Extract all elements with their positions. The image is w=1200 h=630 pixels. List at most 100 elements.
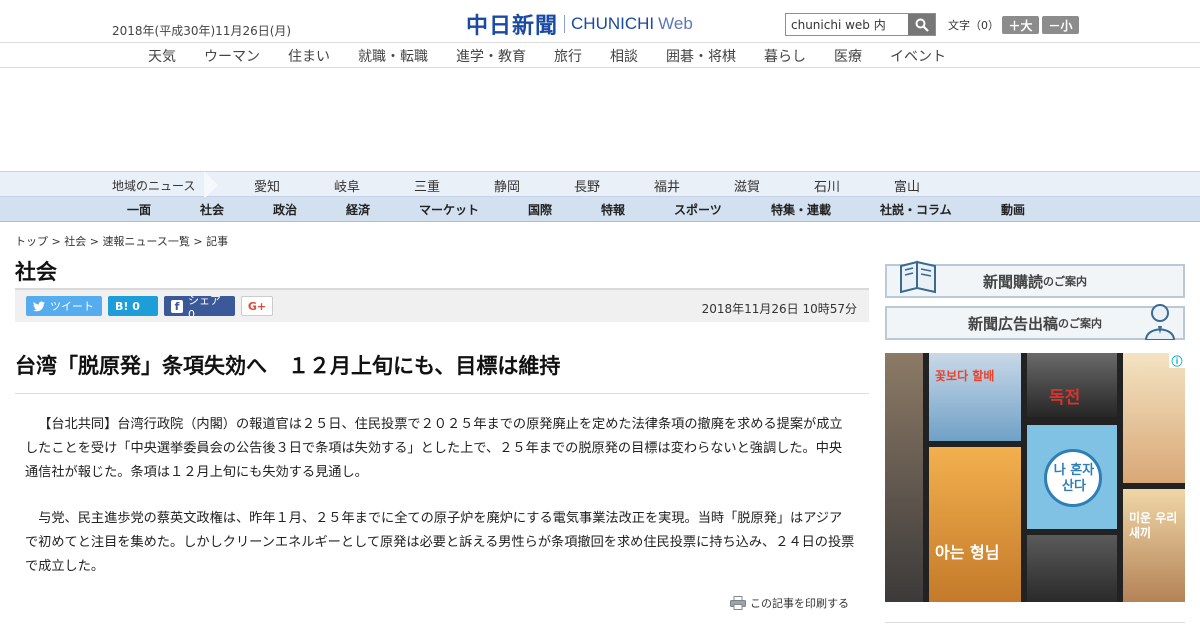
- ad-show-title: 독전: [1049, 388, 1081, 408]
- ad-tile: 미운 우리 새끼: [1123, 489, 1185, 602]
- logo-japanese: 中日新聞: [466, 14, 559, 39]
- section-nav-item-7[interactable]: スポーツ: [674, 201, 722, 218]
- category-nav-item-0[interactable]: 天気: [148, 46, 176, 66]
- article-paragraph: 与党、民主進歩党の蔡英文政権は、昨年１月、２５年までに全ての原子炉を廃炉にする電…: [25, 511, 855, 574]
- region-nav-item-8[interactable]: 富山: [894, 176, 974, 195]
- ad-show-title: 아는 형님: [935, 543, 1000, 562]
- region-nav-item-6[interactable]: 滋賀: [734, 176, 814, 195]
- region-arrow-icon: [204, 171, 218, 199]
- printer-icon: [730, 596, 746, 610]
- region-nav-item-2[interactable]: 三重: [414, 176, 494, 195]
- subscribe-title: 新聞購読: [982, 272, 1043, 291]
- header-date: 2018年(平成30年)11月26日(月): [112, 24, 292, 38]
- section-nav-item-1[interactable]: 社会: [200, 201, 224, 218]
- ad-tile: [885, 353, 923, 602]
- category-nav-item-2[interactable]: 住まい: [288, 46, 330, 66]
- section-nav-item-5[interactable]: 国際: [528, 201, 552, 218]
- section-nav-item-4[interactable]: マーケット: [419, 201, 479, 218]
- twitter-icon: [33, 301, 45, 311]
- breadcrumb-news-list[interactable]: 速報ニュース一覧: [102, 235, 189, 248]
- region-nav-item-7[interactable]: 石川: [814, 176, 894, 195]
- advertise-banner[interactable]: 新聞広告出稿 のご案内: [885, 304, 1185, 340]
- ad-show-title: 나 혼자 산다: [1053, 463, 1095, 494]
- published-timestamp: 2018年11月26日 10時57分: [701, 302, 857, 316]
- section-nav-item-8[interactable]: 特集・連載: [771, 201, 831, 218]
- print-label: この記事を印刷する: [750, 597, 849, 610]
- ad-show-title: 꽃보다 할배: [935, 369, 995, 383]
- section-nav-list: 一面 社会 政治 経済 マーケット 国際 特報 スポーツ 特集・連載 社説・コラム 動画: [0, 201, 1200, 219]
- category-nav-item-6[interactable]: 相談: [610, 46, 638, 66]
- breadcrumb-separator: >: [86, 235, 103, 248]
- section-nav-item-10[interactable]: 動画: [1001, 201, 1025, 218]
- category-nav-item-3[interactable]: 就職・転職: [358, 46, 428, 66]
- breadcrumb: トップ > 社会 > 速報ニュース一覧 > 記事: [15, 233, 228, 249]
- region-nav: 地域のニュース 愛知 岐阜 三重 静岡 長野 福井 滋賀 石川 富山: [0, 171, 1200, 199]
- category-nav-item-1[interactable]: ウーマン: [204, 46, 260, 66]
- region-nav-item-1[interactable]: 岐阜: [334, 176, 414, 195]
- person-icon: [1144, 304, 1176, 340]
- category-nav-list: 天気 ウーマン 住まい 就職・転職 進学・教育 旅行 相談 囲碁・将棋 暮らし 医療 イベント: [148, 46, 974, 66]
- breadcrumb-separator: >: [189, 235, 207, 248]
- site-search: [785, 13, 936, 36]
- category-nav-item-7[interactable]: 囲碁・将棋: [666, 46, 736, 66]
- breadcrumb-society[interactable]: 社会: [64, 235, 86, 248]
- search-input[interactable]: [786, 14, 908, 35]
- ad-tile: 꽃보다 할배: [929, 353, 1021, 441]
- subscribe-banner[interactable]: 新聞購読 のご案内: [885, 260, 1185, 298]
- breadcrumb-separator: >: [48, 235, 65, 248]
- category-nav-item-10[interactable]: イベント: [890, 46, 946, 66]
- font-larger-button[interactable]: ＋大: [1002, 16, 1039, 34]
- section-nav-item-0[interactable]: 一面: [127, 201, 151, 218]
- breadcrumb-current: 記事: [206, 235, 229, 248]
- region-nav-item-3[interactable]: 静岡: [494, 176, 574, 195]
- region-nav-item-0[interactable]: 愛知: [254, 176, 334, 195]
- logo-english: CHUNICHI Web: [571, 14, 693, 34]
- logo-divider: [564, 15, 566, 33]
- ad-tile: 독전: [1027, 353, 1117, 417]
- display-ad[interactable]: 꽃보다 할배 독전 나 혼자 산다 아는 형님 미운 우리 새끼 ⓘ: [885, 353, 1185, 602]
- category-nav-item-9[interactable]: 医療: [834, 46, 862, 66]
- article-headline: 台湾「脱原発」条項失効へ １２月上旬にも、目標は維持: [15, 350, 869, 394]
- region-nav-item-4[interactable]: 長野: [574, 176, 654, 195]
- region-nav-item-5[interactable]: 福井: [654, 176, 734, 195]
- site-logo[interactable]: 中日新聞 CHUNICHI Web: [466, 8, 693, 40]
- ad-tile: [1027, 535, 1117, 602]
- hatena-bookmark-button[interactable]: B! 0: [108, 296, 158, 316]
- facebook-share-button[interactable]: f シェア 0: [164, 294, 235, 321]
- region-nav-list: 愛知 岐阜 三重 静岡 長野 福井 滋賀 石川 富山: [254, 176, 974, 195]
- ad-tile: 아는 형님: [929, 447, 1021, 602]
- section-nav-item-9[interactable]: 社説・コラム: [880, 201, 952, 218]
- article-paragraph: 【台北共同】台湾行政院（内閣）の報道官は２５日、住民投票で２０２５年までの原発廃…: [25, 417, 843, 480]
- category-nav: 天気 ウーマン 住まい 就職・転職 進学・教育 旅行 相談 囲碁・将棋 暮らし 医療 イベント: [0, 42, 1200, 68]
- site-header: 2018年(平成30年)11月26日(月) 中日新聞 CHUNICHIWeb 文…: [0, 0, 1200, 42]
- google-plus-button[interactable]: G+: [241, 296, 273, 316]
- breadcrumb-top[interactable]: トップ: [15, 235, 48, 248]
- tweet-label: ツイート: [50, 300, 94, 313]
- ad-tile: 나 혼자 산다: [1027, 425, 1117, 529]
- subscribe-subtitle: のご案内: [1043, 275, 1087, 288]
- section-nav: 一面 社会 政治 経済 マーケット 国際 特報 スポーツ 特集・連載 社説・コラム 動画: [0, 197, 1200, 222]
- section-nav-item-3[interactable]: 経済: [346, 201, 370, 218]
- ad-show-title: 미운 우리 새끼: [1129, 511, 1178, 540]
- ad-tile: [1123, 353, 1185, 483]
- category-nav-item-8[interactable]: 暮らし: [764, 46, 806, 66]
- category-nav-item-5[interactable]: 旅行: [554, 46, 582, 66]
- search-button[interactable]: [908, 14, 935, 35]
- logo-web-text: Web: [658, 14, 693, 33]
- ad-info-icon[interactable]: ⓘ: [1169, 353, 1185, 368]
- article-body: 【台北共同】台湾行政院（内閣）の報道官は２５日、住民投票で２０２５年までの原発廃…: [25, 413, 855, 601]
- search-icon: [915, 18, 929, 32]
- print-article-link[interactable]: この記事を印刷する: [730, 595, 849, 611]
- category-nav-item-4[interactable]: 進学・教育: [456, 46, 526, 66]
- font-size-label: 文字（0）: [948, 19, 999, 32]
- sidebar-divider: [885, 622, 1185, 623]
- facebook-icon: f: [171, 299, 183, 313]
- font-smaller-button[interactable]: －小: [1042, 16, 1079, 34]
- facebook-share-label: シェア 0: [187, 293, 221, 321]
- section-nav-item-6[interactable]: 特報: [601, 201, 625, 218]
- logo-chunichi-text: CHUNICHI: [571, 14, 655, 33]
- advertise-subtitle: のご案内: [1058, 317, 1102, 330]
- tweet-button[interactable]: ツイート: [26, 296, 102, 316]
- section-nav-item-2[interactable]: 政治: [273, 201, 297, 218]
- section-title: 社会: [15, 260, 57, 284]
